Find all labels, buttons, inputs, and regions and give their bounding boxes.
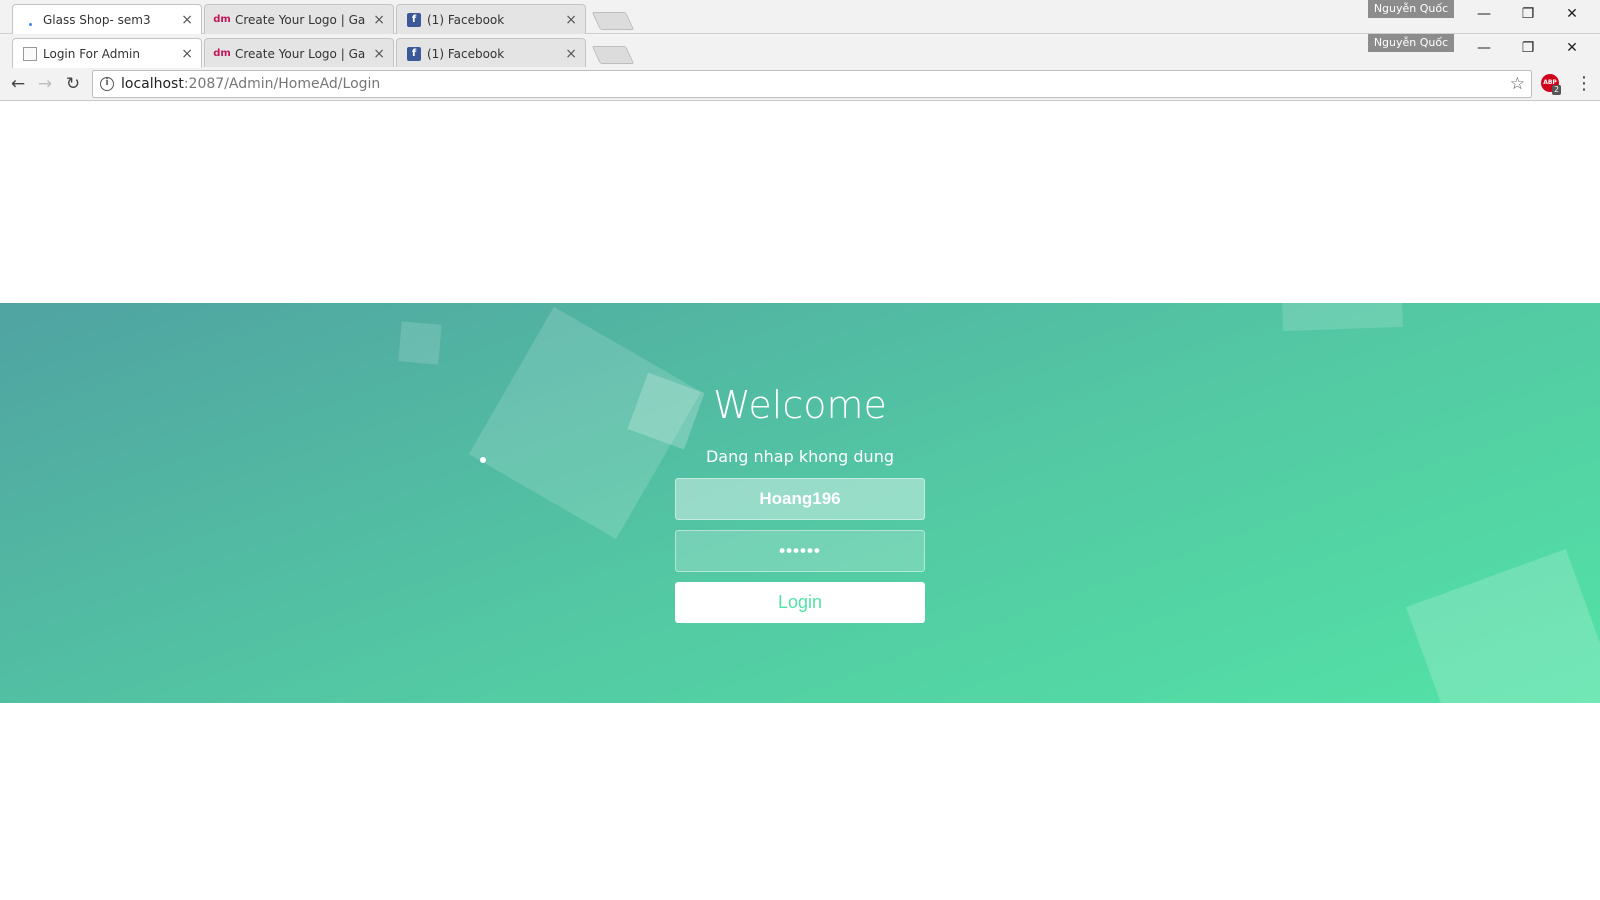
info-icon[interactable]: i — [100, 77, 114, 91]
restore-icon[interactable]: ❐ — [1506, 2, 1550, 26]
welcome-title: Welcome — [713, 383, 887, 427]
facebook-icon: f — [407, 13, 421, 27]
forward-icon[interactable]: → — [33, 72, 57, 96]
tab-close-icon[interactable]: × — [373, 39, 385, 68]
address-bar[interactable]: i localhost:2087/Admin/HomeAd/Login ☆ — [92, 70, 1532, 98]
tab-label: Create Your Logo | Galler — [235, 13, 365, 27]
profile-button[interactable]: Nguyễn Quốc — [1368, 34, 1454, 52]
star-icon[interactable]: ☆ — [1510, 72, 1525, 96]
tab-create-logo[interactable]: dm Create Your Logo | Galler × — [204, 38, 394, 68]
facebook-icon: f — [407, 47, 421, 61]
designmantic-icon: dm — [213, 48, 231, 59]
menu-icon[interactable]: ⋮ — [1574, 72, 1594, 96]
back-icon[interactable]: ← — [6, 72, 30, 96]
tab-close-icon[interactable]: × — [181, 5, 193, 34]
url-path: :2087/Admin/HomeAd/Login — [183, 76, 381, 92]
tab-close-icon[interactable]: × — [181, 39, 193, 68]
decorative-square — [1406, 549, 1600, 703]
new-tab-button[interactable] — [591, 46, 635, 64]
tab-facebook[interactable]: f (1) Facebook × — [396, 4, 586, 34]
login-button[interactable]: Login — [675, 582, 925, 623]
decorative-dot — [480, 457, 486, 463]
tab-label: Glass Shop- sem3 — [43, 13, 151, 27]
browser-toolbar: ← → ↻ i localhost:2087/Admin/HomeAd/Logi… — [0, 67, 1600, 101]
decorative-square — [398, 321, 442, 365]
tab-label: Login For Admin — [43, 47, 140, 61]
tab-create-logo[interactable]: dm Create Your Logo | Galler × — [204, 4, 394, 34]
tab-label: (1) Facebook — [427, 13, 505, 27]
background-window-tabstrip: Glass Shop- sem3 × dm Create Your Logo |… — [0, 0, 1600, 34]
tab-close-icon[interactable]: × — [373, 5, 385, 34]
tab-facebook[interactable]: f (1) Facebook × — [396, 38, 586, 68]
page-icon — [23, 47, 37, 61]
url-text[interactable]: localhost:2087/Admin/HomeAd/Login — [121, 71, 380, 97]
password-input[interactable] — [675, 530, 925, 572]
reload-icon[interactable]: ↻ — [61, 72, 85, 96]
loading-icon — [23, 13, 37, 27]
login-hero: Welcome Dang nhap khong dung Login — [0, 303, 1600, 703]
url-host: localhost — [121, 76, 184, 92]
adblock-badge: 2 — [1552, 85, 1562, 95]
tab-close-icon[interactable]: × — [565, 5, 577, 34]
minimize-icon[interactable]: — — [1462, 36, 1506, 60]
designmantic-icon: dm — [213, 14, 231, 25]
restore-icon[interactable]: ❐ — [1506, 36, 1550, 60]
page-content: Welcome Dang nhap khong dung Login — [0, 102, 1600, 900]
login-error-message: Dang nhap khong dung — [705, 447, 894, 466]
minimize-icon[interactable]: — — [1462, 2, 1506, 26]
tab-close-icon[interactable]: × — [565, 39, 577, 68]
decorative-square — [1281, 303, 1403, 332]
tab-glass-shop[interactable]: Glass Shop- sem3 × — [12, 4, 202, 34]
tab-label: (1) Facebook — [427, 47, 505, 61]
username-input[interactable] — [675, 478, 925, 520]
window-close-icon[interactable]: ✕ — [1550, 2, 1594, 26]
window-close-icon[interactable]: ✕ — [1550, 36, 1594, 60]
profile-button[interactable]: Nguyễn Quốc — [1368, 0, 1454, 18]
tabstrip: Login For Admin × dm Create Your Logo | … — [0, 34, 1600, 68]
new-tab-button[interactable] — [591, 12, 635, 30]
tab-login-for-admin[interactable]: Login For Admin × — [12, 38, 202, 68]
tab-label: Create Your Logo | Galler — [235, 47, 365, 61]
